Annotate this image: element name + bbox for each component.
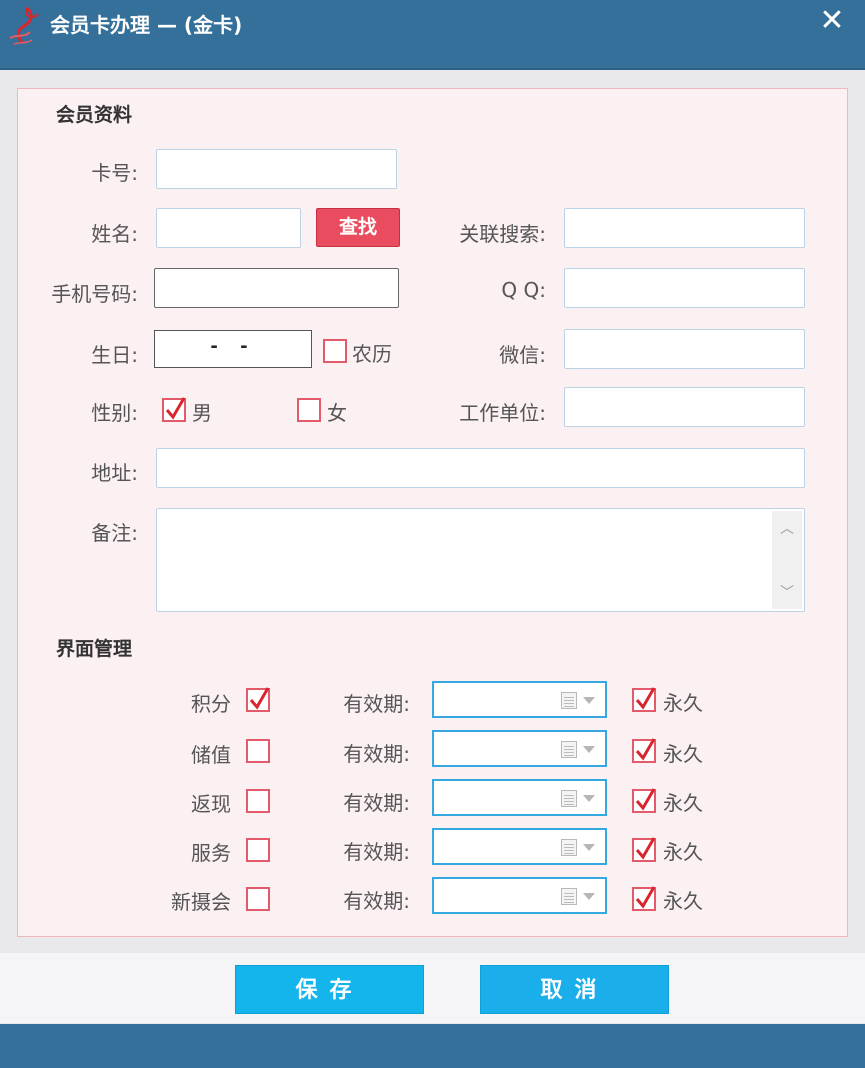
- permanent-checkbox[interactable]: [632, 837, 656, 862]
- card-no-input[interactable]: [156, 149, 397, 189]
- module-label: 返现: [191, 792, 231, 816]
- checkmark-icon: [165, 397, 186, 420]
- footer: [0, 953, 865, 1023]
- validity-label: 有效期:: [343, 791, 410, 815]
- remark-textarea[interactable]: ︿ ﹀: [156, 508, 805, 612]
- scroll-down-icon[interactable]: ﹀: [772, 581, 802, 605]
- module-checkbox[interactable]: [246, 789, 270, 813]
- remark-scrollbar[interactable]: ︿ ﹀: [772, 511, 802, 609]
- permanent-label: 永久: [663, 791, 703, 815]
- save-button[interactable]: 保存: [235, 965, 424, 1014]
- remark-label: 备注:: [91, 521, 138, 545]
- checkmark-icon: [635, 738, 656, 761]
- validity-label: 有效期:: [343, 742, 410, 766]
- checkmark-icon: [249, 687, 270, 710]
- related-search-input[interactable]: [564, 208, 805, 248]
- related-search-label: 关联搜索:: [459, 222, 546, 246]
- bottom-bar: [0, 1024, 865, 1068]
- wechat-label: 微信:: [499, 343, 546, 367]
- calendar-icon[interactable]: [561, 790, 577, 807]
- validity-date-picker[interactable]: [432, 828, 607, 865]
- permanent-checkbox[interactable]: [632, 687, 656, 712]
- phone-label: 手机号码:: [51, 282, 138, 306]
- chevron-down-icon[interactable]: [583, 893, 595, 900]
- module-label: 服务: [191, 841, 231, 865]
- lunar-label: 农历: [352, 342, 392, 366]
- birthday-label: 生日:: [91, 343, 138, 367]
- chevron-down-icon[interactable]: [583, 795, 595, 802]
- gender-label: 性别:: [91, 401, 138, 425]
- calendar-icon[interactable]: [561, 839, 577, 856]
- permanent-label: 永久: [663, 742, 703, 766]
- title-bar: 会员卡办理 — (金卡) ✕: [0, 0, 865, 70]
- validity-label: 有效期:: [343, 889, 410, 913]
- birthday-input[interactable]: - -: [154, 330, 312, 368]
- window-title: 会员卡办理 — (金卡): [50, 13, 243, 37]
- validity-label: 有效期:: [343, 692, 410, 716]
- scroll-up-icon[interactable]: ︿: [772, 517, 802, 541]
- address-input[interactable]: [156, 448, 805, 488]
- checkmark-icon: [635, 886, 656, 909]
- female-label: 女: [327, 401, 347, 425]
- cancel-button[interactable]: 取消: [480, 965, 669, 1014]
- permanent-label: 永久: [663, 889, 703, 913]
- checkmark-icon: [635, 837, 656, 860]
- phone-input[interactable]: [154, 268, 399, 308]
- checkmark-icon: [635, 788, 656, 811]
- find-button[interactable]: 查找: [316, 208, 400, 247]
- calendar-icon[interactable]: [561, 741, 577, 758]
- wechat-input[interactable]: [564, 329, 805, 369]
- name-label: 姓名:: [91, 222, 138, 246]
- chevron-down-icon[interactable]: [583, 697, 595, 704]
- member-info-title: 会员资料: [56, 104, 133, 126]
- validity-date-picker[interactable]: [432, 681, 607, 718]
- male-checkbox[interactable]: [162, 397, 186, 422]
- app-logo-icon: [9, 6, 39, 45]
- qq-input[interactable]: [564, 268, 805, 308]
- permanent-checkbox[interactable]: [632, 788, 656, 813]
- interface-mgmt-title: 界面管理: [56, 638, 133, 660]
- validity-label: 有效期:: [343, 840, 410, 864]
- work-unit-label: 工作单位:: [459, 401, 546, 425]
- module-label: 新摄会: [171, 890, 231, 914]
- module-checkbox[interactable]: [246, 739, 270, 763]
- module-label: 储值: [191, 743, 231, 767]
- lunar-checkbox[interactable]: [323, 339, 347, 363]
- permanent-checkbox[interactable]: [632, 886, 656, 911]
- validity-date-picker[interactable]: [432, 730, 607, 767]
- calendar-icon[interactable]: [561, 692, 577, 709]
- name-input[interactable]: [156, 208, 301, 248]
- address-label: 地址:: [91, 461, 138, 485]
- permanent-checkbox[interactable]: [632, 738, 656, 763]
- module-label: 积分: [191, 692, 231, 716]
- validity-date-picker[interactable]: [432, 779, 607, 816]
- close-icon[interactable]: ✕: [817, 6, 847, 36]
- calendar-icon[interactable]: [561, 888, 577, 905]
- male-label: 男: [192, 401, 212, 425]
- chevron-down-icon[interactable]: [583, 844, 595, 851]
- qq-label: Q Q:: [501, 278, 546, 302]
- module-checkbox[interactable]: [246, 887, 270, 911]
- module-checkbox[interactable]: [246, 687, 270, 712]
- work-unit-input[interactable]: [564, 387, 805, 427]
- validity-date-picker[interactable]: [432, 877, 607, 914]
- female-checkbox[interactable]: [297, 398, 321, 422]
- permanent-label: 永久: [663, 691, 703, 715]
- checkmark-icon: [635, 687, 656, 710]
- permanent-label: 永久: [663, 840, 703, 864]
- module-checkbox[interactable]: [246, 838, 270, 862]
- card-no-label: 卡号:: [91, 161, 138, 185]
- chevron-down-icon[interactable]: [583, 746, 595, 753]
